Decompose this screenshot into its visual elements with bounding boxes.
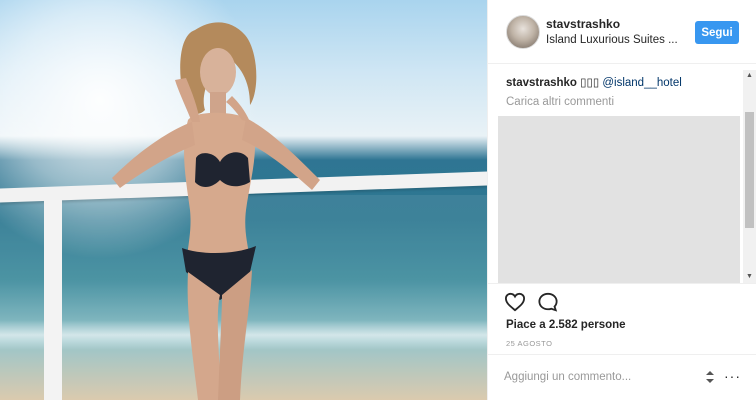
load-more-comments-link[interactable]: Carica altri commenti: [506, 96, 614, 108]
post-sidebar: stavstrashko Island Luxurious Suites ...…: [487, 0, 756, 400]
post-photo[interactable]: [0, 0, 487, 400]
location-link[interactable]: Island Luxurious Suites ...: [546, 34, 696, 46]
instagram-post-view: stavstrashko Island Luxurious Suites ...…: [0, 0, 756, 400]
scroll-up-arrow-icon[interactable]: ▲: [743, 70, 756, 82]
balcony-post: [44, 200, 62, 400]
caption-text: ▯▯▯: [576, 77, 603, 89]
woman-figure: [112, 22, 320, 400]
comments-scrollbar[interactable]: ▲ ▼: [743, 70, 756, 283]
post-header: stavstrashko Island Luxurious Suites ...…: [488, 0, 756, 64]
more-options-icon[interactable]: ···: [724, 368, 741, 384]
scrollbar-thumb[interactable]: [745, 112, 754, 228]
post-actions: [488, 283, 756, 319]
comments-placeholder-box: [498, 116, 740, 283]
add-comment-bar: ···: [488, 354, 756, 400]
input-spinner-icon[interactable]: [704, 369, 716, 385]
comment-input[interactable]: [504, 367, 694, 387]
scroll-down-arrow-icon[interactable]: ▼: [743, 271, 756, 283]
follow-button[interactable]: Segui: [695, 21, 739, 44]
post-date[interactable]: 25 AGOSTO: [506, 339, 552, 348]
comment-bubble-icon[interactable]: [537, 292, 559, 312]
caption-username[interactable]: stavstrashko: [506, 77, 577, 89]
likes-count[interactable]: Piace a 2.582 persone: [506, 319, 626, 331]
heart-icon[interactable]: [504, 292, 526, 312]
username-link[interactable]: stavstrashko: [546, 17, 620, 31]
caption-mention[interactable]: @island__hotel: [602, 77, 681, 89]
caption: stavstrashko ▯▯▯ @island__hotel: [506, 75, 682, 89]
avatar[interactable]: [506, 15, 540, 49]
